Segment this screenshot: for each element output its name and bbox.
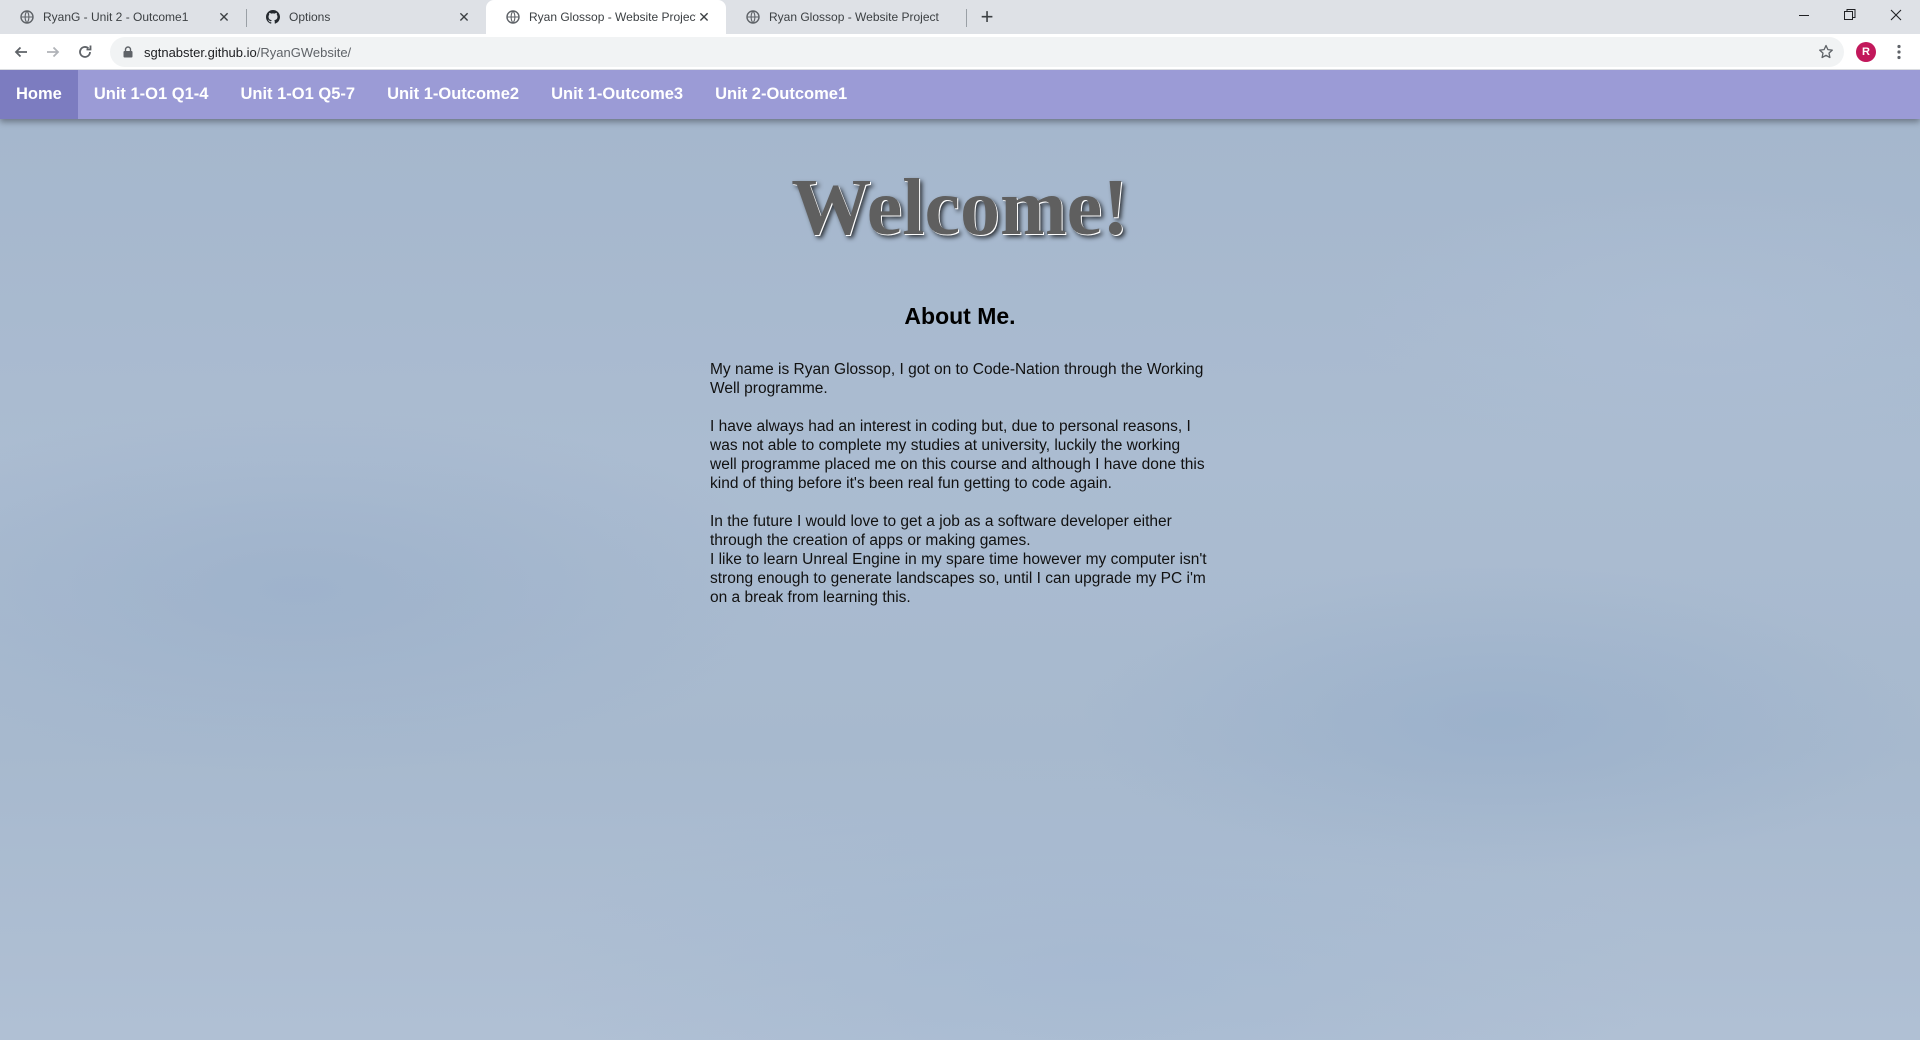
tab-title: RyanG - Unit 2 - Outcome1 (43, 10, 189, 24)
close-icon[interactable]: ✕ (696, 9, 712, 25)
minimize-button[interactable] (1781, 0, 1827, 30)
tab-title: Ryan Glossop - Website Project (769, 10, 939, 24)
browser-tab[interactable]: Options ✕ (246, 0, 486, 34)
browser-tab[interactable]: RyanG - Unit 2 - Outcome1 ✕ (0, 0, 246, 34)
url-path: /RyanGWebsite/ (256, 44, 352, 60)
page-viewport: Home Unit 1-O1 Q1-4 Unit 1-O1 Q5-7 Unit … (0, 70, 1920, 1040)
back-button[interactable] (9, 40, 33, 64)
url-text: sgtnabster.github.io/RyanGWebsite/ (144, 45, 351, 60)
nav-link-unit2-outcome1[interactable]: Unit 2-Outcome1 (699, 70, 863, 119)
site-navbar: Home Unit 1-O1 Q1-4 Unit 1-O1 Q5-7 Unit … (0, 70, 1920, 119)
kebab-menu-icon[interactable] (1888, 41, 1910, 63)
about-heading: About Me. (904, 303, 1016, 329)
nav-link-unit1-outcome2[interactable]: Unit 1-Outcome2 (371, 70, 535, 119)
tab-strip: RyanG - Unit 2 - Outcome1 ✕ Options ✕ Ry… (0, 0, 1920, 34)
address-bar[interactable]: sgtnabster.github.io/RyanGWebsite/ (110, 37, 1844, 67)
reload-icon (79, 45, 92, 58)
url-host: sgtnabster.github.io (144, 44, 257, 60)
about-paragraph: My name is Ryan Glossop, I got on to Cod… (710, 361, 1204, 397)
tab-title: Ryan Glossop - Website Project (529, 10, 696, 24)
about-text: My name is Ryan Glossop, I got on to Cod… (710, 360, 1210, 607)
forward-button[interactable] (41, 40, 65, 64)
nav-link-unit1-outcome3[interactable]: Unit 1-Outcome3 (535, 70, 699, 119)
profile-avatar[interactable]: R (1856, 42, 1876, 62)
lock-icon[interactable] (120, 44, 136, 60)
about-paragraph: I have always had an interest in coding … (710, 418, 1205, 492)
globe-icon (20, 10, 34, 24)
nav-link-home[interactable]: Home (0, 70, 78, 119)
tab-separator (966, 9, 967, 27)
back-arrow-icon (14, 46, 27, 58)
browser-toolbar: sgtnabster.github.io/RyanGWebsite/ R (0, 34, 1920, 70)
new-tab-button[interactable]: + (974, 4, 1000, 30)
globe-icon (506, 10, 520, 24)
github-icon (266, 10, 280, 24)
tab-title: Options (289, 10, 331, 24)
welcome-heading: Welcome! (791, 164, 1129, 252)
globe-icon (746, 10, 760, 24)
restore-button[interactable] (1827, 0, 1873, 30)
nav-link-unit1-o1-q1-4[interactable]: Unit 1-O1 Q1-4 (78, 70, 225, 119)
close-window-button[interactable] (1873, 0, 1919, 30)
about-paragraph: In the future I would love to get a job … (710, 513, 1172, 549)
reload-button[interactable] (73, 40, 97, 64)
browser-tab[interactable]: Ryan Glossop - Website Project (726, 0, 966, 34)
nav-link-unit1-o1-q5-7[interactable]: Unit 1-O1 Q5-7 (224, 70, 371, 119)
browser-tab-active[interactable]: Ryan Glossop - Website Project ✕ (486, 0, 726, 34)
about-paragraph: I like to learn Unreal Engine in my spar… (710, 551, 1207, 606)
star-icon[interactable] (1818, 44, 1834, 60)
forward-arrow-icon (47, 46, 60, 58)
close-icon[interactable]: ✕ (216, 9, 232, 25)
close-icon[interactable]: ✕ (456, 9, 472, 25)
